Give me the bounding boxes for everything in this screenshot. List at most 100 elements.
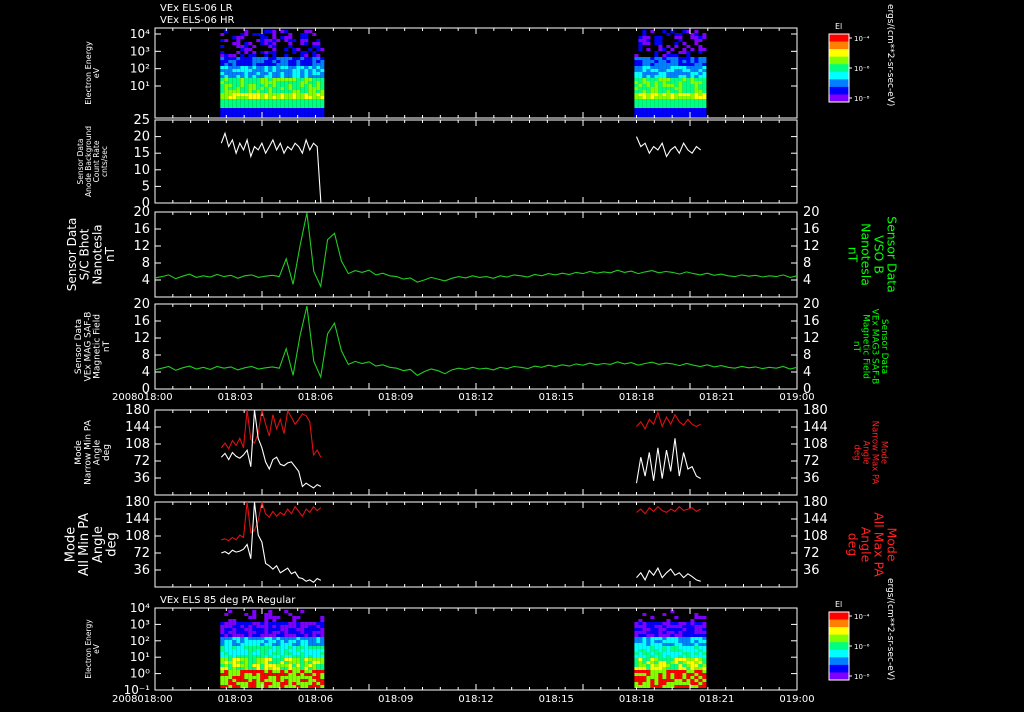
- heatmap-cell: [284, 81, 289, 84]
- heatmap-cell: [228, 66, 233, 69]
- heatmap-cell: [308, 48, 313, 51]
- heatmap-cell: [646, 99, 651, 102]
- heatmap-cell: [248, 105, 253, 108]
- heatmap-cell: [248, 111, 253, 114]
- heatmap-cell: [292, 39, 297, 42]
- heatmap-cell: [638, 676, 643, 679]
- heatmap-cell: [658, 649, 663, 652]
- heatmap-cell: [232, 622, 237, 625]
- heatmap-cell: [662, 93, 667, 96]
- heatmap-cell: [228, 640, 233, 643]
- heatmap-cell: [642, 673, 647, 676]
- heatmap-cell: [650, 631, 655, 634]
- heatmap-cell: [268, 102, 273, 105]
- heatmap-cell: [634, 622, 639, 625]
- colorbar-tick-label: 10⁻⁸: [854, 95, 870, 103]
- heatmap-cell: [224, 96, 229, 99]
- heatmap-cell: [244, 66, 249, 69]
- heatmap-cell: [236, 102, 241, 105]
- heatmap-cell: [638, 658, 643, 661]
- heatmap-cell: [666, 658, 671, 661]
- heatmap-cell: [272, 99, 277, 102]
- heatmap-cell: [288, 631, 293, 634]
- heatmap-cell: [312, 655, 317, 658]
- heatmap-cell: [228, 54, 233, 57]
- heatmap-cell: [682, 643, 687, 646]
- heatmap-cell: [256, 84, 261, 87]
- heatmap-cell: [248, 640, 253, 643]
- heatmap-cell: [686, 667, 691, 670]
- heatmap-cell: [316, 634, 321, 637]
- heatmap-cell: [260, 655, 265, 658]
- heatmap-cell: [256, 643, 261, 646]
- heatmap-cell: [698, 78, 703, 81]
- heatmap-cell: [296, 652, 301, 655]
- heatmap-cell: [276, 93, 281, 96]
- heatmap-cell: [638, 634, 643, 637]
- heatmap-cell: [634, 646, 639, 649]
- heatmap-cell: [642, 613, 647, 616]
- heatmap-cell: [678, 84, 683, 87]
- heatmap-cell: [642, 102, 647, 105]
- heatmap-cell: [272, 676, 277, 679]
- heatmap-cell: [654, 676, 659, 679]
- heatmap-cell: [666, 96, 671, 99]
- heatmap-cell: [694, 652, 699, 655]
- heatmap-cell: [698, 637, 703, 640]
- heatmap-cell: [276, 661, 281, 664]
- heatmap-cell: [224, 625, 229, 628]
- heatmap-cell: [312, 84, 317, 87]
- heatmap-cell: [662, 640, 667, 643]
- heatmap-cell: [670, 75, 675, 78]
- heatmap-cell: [228, 679, 233, 682]
- heatmap-cell: [264, 676, 269, 679]
- heatmap-cell: [642, 42, 647, 45]
- heatmap-cell: [686, 54, 691, 57]
- heatmap-cell: [264, 57, 269, 60]
- heatmap-cell: [284, 60, 289, 63]
- colorbar-tick-label: 10⁻⁴: [854, 35, 870, 43]
- heatmap-cell: [698, 87, 703, 90]
- heatmap-cell: [292, 622, 297, 625]
- heatmap-cell: [682, 655, 687, 658]
- heatmap-cell: [694, 99, 699, 102]
- heatmap-cell: [228, 664, 233, 667]
- heatmap-cell: [670, 72, 675, 75]
- heatmap-cell: [638, 42, 643, 45]
- heatmap-cell: [662, 646, 667, 649]
- heatmap-cell: [224, 90, 229, 93]
- heatmap-cell: [236, 60, 241, 63]
- heatmap-cell: [634, 108, 639, 111]
- heatmap-cell: [280, 628, 285, 631]
- heatmap-cell: [634, 676, 639, 679]
- heatmap-cell: [248, 631, 253, 634]
- heatmap-cell: [642, 81, 647, 84]
- heatmap-cell: [288, 33, 293, 36]
- heatmap-cell: [678, 75, 683, 78]
- heatmap-cell: [236, 90, 241, 93]
- heatmap-cell: [228, 84, 233, 87]
- heatmap-cell: [248, 625, 253, 628]
- heatmap-cell: [682, 69, 687, 72]
- heatmap-cell: [658, 45, 663, 48]
- heatmap-cell: [666, 664, 671, 667]
- heatmap-cell: [244, 637, 249, 640]
- heatmap-cell: [690, 685, 695, 688]
- heatmap-cell: [698, 679, 703, 682]
- heatmap-cell: [236, 628, 241, 631]
- y-tick-label-right: 72: [803, 546, 820, 561]
- heatmap-cell: [650, 658, 655, 661]
- heatmap-cell: [308, 111, 313, 114]
- heatmap-cell: [686, 655, 691, 658]
- heatmap-cell: [690, 622, 695, 625]
- heatmap-cell: [316, 45, 321, 48]
- heatmap-cell: [634, 637, 639, 640]
- heatmap-cell: [682, 628, 687, 631]
- y-tick-label: 4: [142, 365, 150, 380]
- heatmap-cell: [284, 628, 289, 631]
- heatmap-cell: [224, 108, 229, 111]
- heatmap-cell: [252, 625, 257, 628]
- heatmap-cell: [292, 114, 297, 117]
- y-tick-label-right: 8: [803, 256, 811, 271]
- heatmap-cell: [638, 628, 643, 631]
